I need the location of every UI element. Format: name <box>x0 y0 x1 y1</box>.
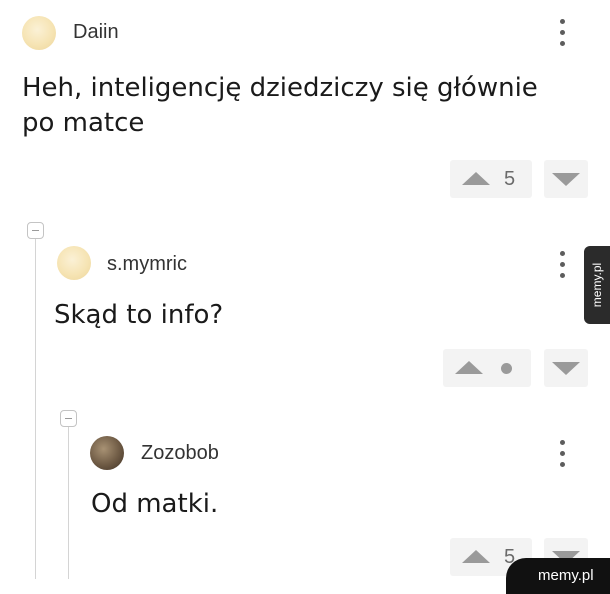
upvote-button[interactable] <box>443 349 531 387</box>
triangle-up-icon <box>462 172 490 185</box>
kebab-menu-icon[interactable] <box>558 251 568 279</box>
avatar[interactable] <box>57 246 91 280</box>
downvote-button[interactable] <box>544 160 588 198</box>
comment-text-line-1: Skąd to info? <box>54 300 224 330</box>
username[interactable]: s.mymric <box>107 253 187 276</box>
username[interactable]: Zozobob <box>141 442 219 465</box>
watermark-side: memy.pl <box>584 246 610 324</box>
watermark-corner-text: memy.pl <box>538 567 594 584</box>
triangle-down-icon <box>552 362 580 375</box>
avatar[interactable] <box>90 436 124 470</box>
thread-line <box>68 427 69 579</box>
watermark-side-text: memy.pl <box>590 262 604 308</box>
comment-text-line-2: po matce <box>22 108 145 138</box>
comment-text-line-1: Od matki. <box>91 489 219 519</box>
score-neutral-dot <box>501 363 512 374</box>
vote-score: 5 <box>504 168 516 190</box>
upvote-button[interactable]: 5 <box>450 160 532 198</box>
collapse-minus-icon[interactable] <box>60 410 77 427</box>
collapse-minus-icon[interactable] <box>27 222 44 239</box>
triangle-up-icon <box>455 361 483 374</box>
username[interactable]: Daiin <box>73 21 119 44</box>
avatar[interactable] <box>22 16 56 50</box>
downvote-button[interactable] <box>544 349 588 387</box>
kebab-menu-icon[interactable] <box>558 440 568 468</box>
watermark-corner: memy.pl <box>506 558 610 594</box>
triangle-up-icon <box>462 550 490 563</box>
triangle-down-icon <box>552 173 580 186</box>
thread-line <box>35 239 36 579</box>
kebab-menu-icon[interactable] <box>558 19 568 47</box>
comment-text-line-1: Heh, inteligencję dziedziczy się głównie <box>22 73 538 103</box>
